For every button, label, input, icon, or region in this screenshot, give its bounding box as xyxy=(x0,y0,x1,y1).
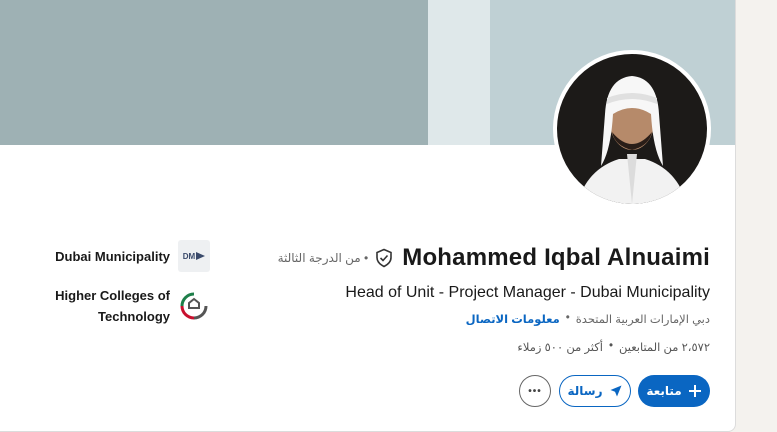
cover-shape xyxy=(0,0,440,145)
separator-dot: • xyxy=(608,340,613,352)
org-item-hct[interactable]: Higher Colleges of Technology xyxy=(46,285,210,327)
org-name: Higher Colleges of Technology xyxy=(55,288,170,324)
location-row: دبي الإمارات العربية المتحدة • معلومات ا… xyxy=(466,312,710,326)
plus-icon xyxy=(688,385,701,397)
profile-name: Mohammed Iqbal Alnuaimi xyxy=(402,244,710,271)
hct-logo-icon xyxy=(178,290,210,322)
org-item-dubai-municipality[interactable]: Dubai Municipality DM xyxy=(46,240,210,272)
more-icon: ••• xyxy=(528,385,542,397)
connection-degree: • من الدرجة الثالثة xyxy=(277,251,369,265)
dubai-municipality-logo-icon: DM xyxy=(178,240,210,272)
cover-strip xyxy=(428,0,490,145)
connections-count: أكثر من ٥٠٠ زملاء xyxy=(517,342,603,354)
message-label: رسالة xyxy=(567,384,603,398)
name-row: • من الدرجة الثالثة Mohammed Iqbal Alnua… xyxy=(278,244,710,272)
more-options-button[interactable]: ••• xyxy=(519,375,551,407)
send-icon xyxy=(610,385,621,397)
followers-count: ٢،٥٧٢ من المتابعين xyxy=(618,342,710,354)
avatar-photo xyxy=(557,54,707,204)
stats-row: ٢،٥٧٢ من المتابعين • أكثر من ٥٠٠ زملاء xyxy=(517,340,710,354)
org-name: Dubai Municipality xyxy=(55,248,170,264)
profile-headline: Head of Unit - Project Manager - Dubai M… xyxy=(345,284,710,301)
verified-shield-icon[interactable] xyxy=(374,248,394,268)
contact-info-link[interactable]: معلومات الاتصال xyxy=(466,312,560,326)
avatar[interactable] xyxy=(553,50,711,208)
location-text: دبي الإمارات العربية المتحدة xyxy=(575,314,710,326)
profile-card: • من الدرجة الثالثة Mohammed Iqbal Alnua… xyxy=(0,0,736,432)
follow-label: متابعة xyxy=(646,384,682,398)
follow-button[interactable]: متابعة xyxy=(638,375,710,407)
separator-dot: • xyxy=(565,312,570,324)
message-button[interactable]: رسالة xyxy=(559,375,631,407)
